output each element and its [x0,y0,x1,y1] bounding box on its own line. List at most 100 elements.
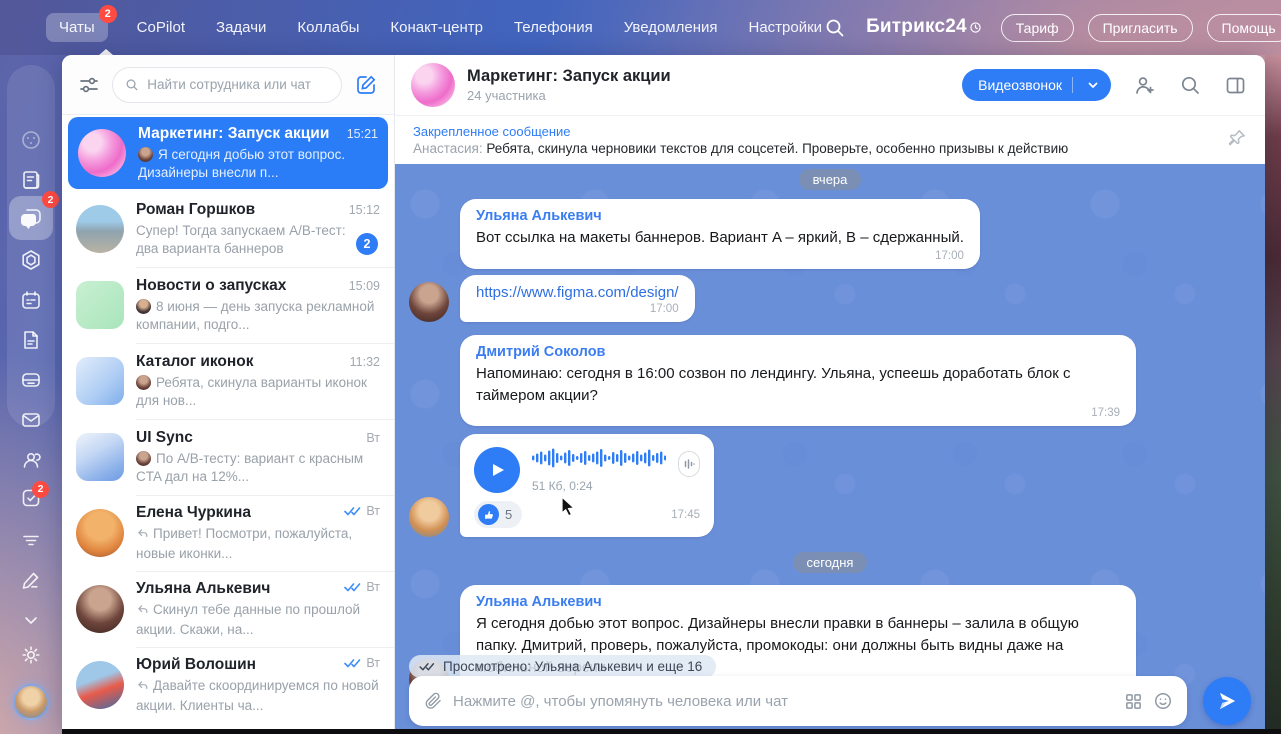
message-input[interactable] [453,693,1114,710]
chats-badge: 2 [99,5,117,23]
rail-user-avatar[interactable] [13,684,49,720]
invite-button[interactable]: Пригласить [1088,14,1193,42]
chat-time: Вт [366,580,380,594]
apps-grid-icon[interactable] [1124,692,1143,711]
message-text: Вот ссылка на макеты баннеров. Вариант A… [476,227,964,249]
button-divider [1072,77,1073,93]
message-link[interactable]: https://www.figma.com/design/ [476,284,679,301]
messenger-icon-active[interactable]: 2 [0,198,62,238]
chat-time: 15:21 [347,127,378,141]
mail-icon[interactable] [0,400,62,440]
pinned-text: Анастасия: Ребята, скинула черновики тек… [413,141,1068,156]
rail-settings-icon[interactable] [0,635,62,675]
chat-item-ui-sync[interactable]: UI Sync Вт По A/B-тесту: вариант с красн… [62,419,394,495]
sign-icon[interactable] [0,560,62,600]
message-composer[interactable] [409,676,1187,726]
chat-avatar[interactable] [411,63,455,107]
tab-tasks[interactable]: Задачи [214,13,268,42]
chat-time: Вт [366,504,380,518]
avatar [76,661,124,709]
bitrix24-logo: Битрикс24 [866,16,981,39]
background-photo-strip [1265,55,1281,734]
drive-icon[interactable] [0,360,62,400]
chat-time: Вт [366,656,380,670]
tab-settings[interactable]: Настройки [747,13,825,42]
global-search-icon[interactable] [824,17,846,39]
documents-icon[interactable] [0,320,62,360]
viewed-text: Просмотрено: Ульяна Алькевич и еще 16 [443,659,702,674]
reaction-count: 5 [505,507,512,522]
voice-message-bubble[interactable]: 51 Кб, 0:24 [460,434,714,537]
tab-copilot[interactable]: CoPilot [135,13,187,42]
pinned-label: Закрепленное сообщение [413,124,1068,139]
message-bubble[interactable]: https://www.figma.com/design/ 17:00 [460,275,695,322]
reply-arrow-icon [136,527,149,545]
send-button[interactable] [1203,677,1251,725]
compose-icon[interactable] [354,73,378,97]
chat-item-ulyana[interactable]: Ульяна Алькевич Вт Скинул тебе данные по… [62,571,394,647]
filter-icon[interactable] [78,74,100,96]
side-panel-icon[interactable] [1224,74,1247,97]
tab-collabs[interactable]: Коллабы [295,13,361,42]
topbar: Чаты 2 CoPilot Задачи Коллабы Конакт-цен… [0,0,1281,55]
help-button[interactable]: Помощь [1207,14,1281,42]
chat-item-elena[interactable]: Елена Чуркина Вт Привет! Посмотри, пожал… [62,495,394,571]
chat-preview: Ребята, скинула варианты иконок для нов.… [136,374,380,410]
chat-preview: Давайте скоординируемся по новой акции. … [136,677,380,715]
sender-avatar[interactable] [409,282,449,322]
emoji-icon[interactable] [1153,691,1173,711]
conversation-panel: Маркетинг: Запуск акции 24 участника Вид… [395,55,1265,734]
search-field[interactable] [112,67,342,103]
chat-search-icon[interactable] [1179,74,1202,97]
tariff-button[interactable]: Тариф [1001,14,1074,42]
chat-time: 11:32 [350,355,380,369]
tasks-icon[interactable]: 2 [0,480,62,520]
chevron-down-icon[interactable] [0,600,62,640]
play-button[interactable] [474,447,520,493]
avatar [76,585,124,633]
topbar-right: Битрикс24 Тариф Пригласить Помощь [824,11,1281,45]
chat-item-icons-catalog[interactable]: Каталог иконок 11:32 Ребята, скинула вар… [62,343,394,419]
pinned-message-bar[interactable]: Закрепленное сообщение Анастасия: Ребята… [395,115,1265,164]
pin-icon[interactable] [1213,128,1247,153]
viewed-checks-icon [419,661,436,672]
message-area: вчера Ульяна Алькевич Вот ссылка на маке… [395,164,1265,734]
messenger-badge: 2 [42,191,59,208]
message-row: Дмитрий Соколов Напоминаю: сегодня в 16:… [409,335,1251,427]
add-member-icon[interactable] [1133,73,1157,97]
reaction-like[interactable]: 5 [474,501,522,528]
tab-contact-center[interactable]: Конакт-центр [388,13,485,42]
chat-time: Вт [366,431,380,445]
message-time: 17:00 [476,250,964,262]
playback-speed-button[interactable] [678,451,700,477]
voice-waveform[interactable] [532,447,666,469]
hexagon-apps-icon[interactable] [0,240,62,280]
chat-item-yuri[interactable]: Юрий Волошин Вт Давайте скоординируемся … [62,647,394,723]
logo-clock-icon [970,17,981,39]
people-icon[interactable] [0,440,62,480]
tab-telephony[interactable]: Телефония [512,13,595,42]
tab-notifications[interactable]: Уведомления [622,13,720,42]
chat-item-roman[interactable]: Роман Горшков 15:12 Супер! Тогда запуска… [62,191,394,267]
crm-funnel-icon[interactable] [0,520,62,560]
search-input[interactable] [147,77,329,92]
voice-meta: 51 Кб, 0:24 [532,479,666,493]
message-bubble[interactable]: Ульяна Алькевич Вот ссылка на макеты бан… [460,199,980,269]
window-bottom-edge [62,729,1281,734]
sender-avatar[interactable] [409,497,449,537]
calendar-icon[interactable] [0,280,62,320]
chat-item-news[interactable]: Новости о запусках 15:09 8 июня — день з… [62,267,394,343]
chat-name: Новости о запусках [136,277,286,295]
video-call-chevron-icon[interactable] [1081,73,1105,97]
avatar [76,509,124,557]
video-call-button[interactable]: Видеозвонок [962,69,1111,101]
tab-chats[interactable]: Чаты 2 [46,13,108,42]
avatar [76,357,124,405]
copilot-icon[interactable] [0,120,62,160]
message-bubble[interactable]: Дмитрий Соколов Напоминаю: сегодня в 16:… [460,335,1136,427]
attach-icon[interactable] [423,691,443,711]
reply-arrow-icon [136,679,149,697]
viewed-status[interactable]: Просмотрено: Ульяна Алькевич и еще 16 [409,655,716,678]
date-chip-yesterday: вчера [799,169,862,190]
chat-item-marketing[interactable]: Маркетинг: Запуск акции 15:21 Я сегодня … [68,117,388,189]
